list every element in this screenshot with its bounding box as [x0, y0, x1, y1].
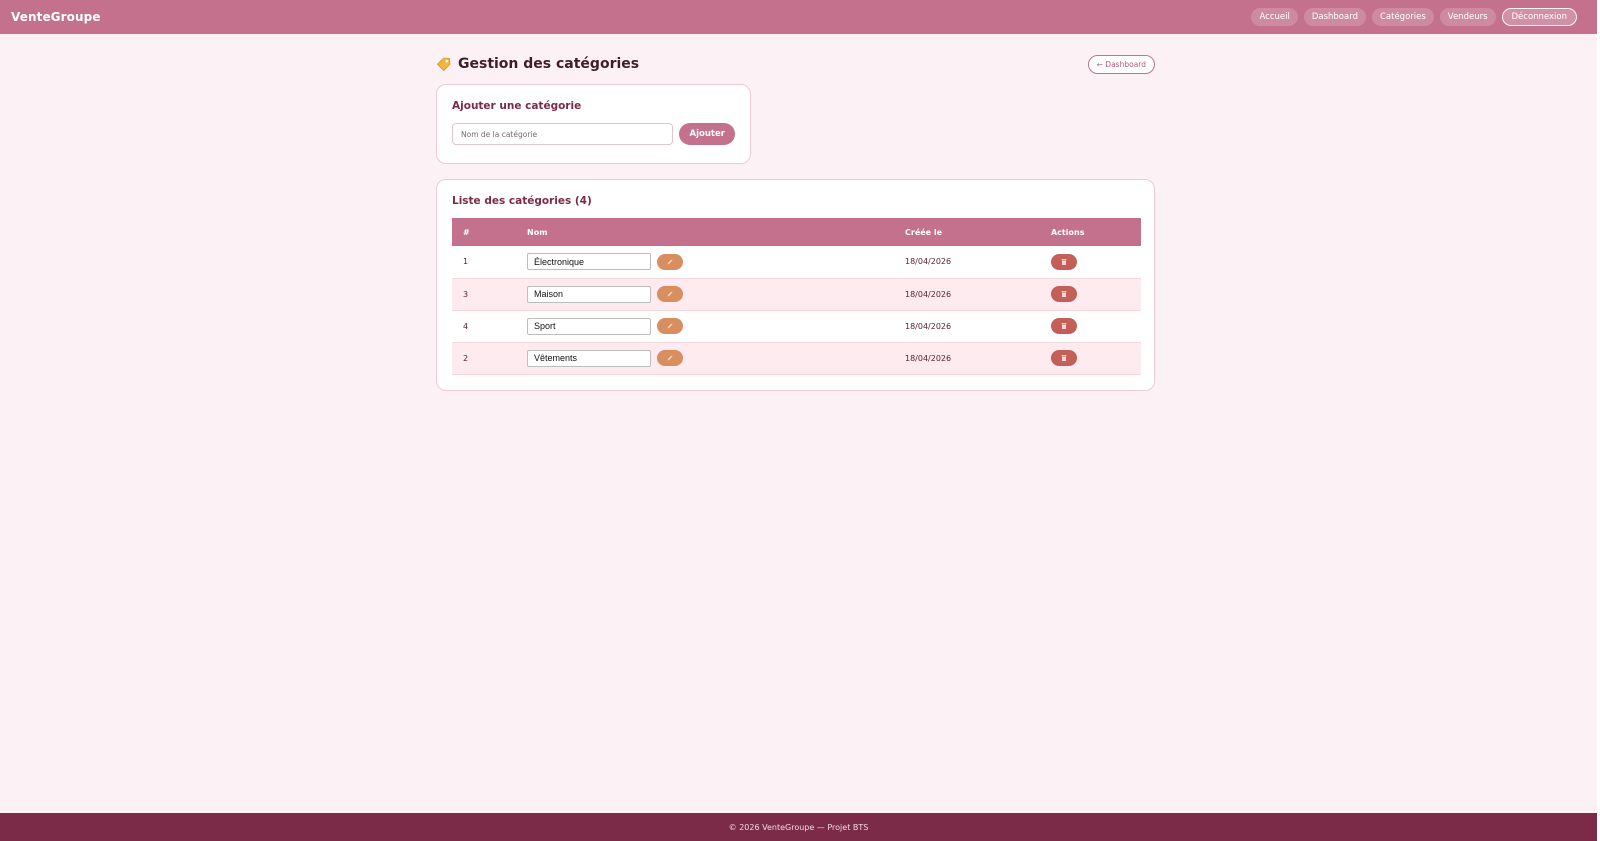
add-category-title: Ajouter une catégorie — [452, 100, 582, 112]
nav-link-accueil[interactable]: Accueil — [1251, 8, 1298, 26]
main-content: Gestion des catégories ← Dashboard Ajout… — [436, 52, 1155, 391]
column-header-created: Créée le — [905, 227, 943, 237]
page-title: Gestion des catégories — [458, 56, 640, 72]
delete-button[interactable] — [1051, 253, 1077, 270]
row-name-input[interactable] — [527, 253, 651, 271]
row-name-input[interactable] — [527, 317, 651, 335]
nav-link-dashboard[interactable]: Dashboard — [1303, 8, 1366, 26]
table-row: 1 18/04/2026 — [452, 246, 1141, 279]
add-category-form: Ajouter — [452, 123, 735, 145]
column-header-name: Nom — [527, 227, 548, 237]
row-name-editor — [527, 317, 883, 335]
tag-icon — [436, 56, 452, 72]
table-row: 4 18/04/2026 — [452, 310, 1141, 343]
table-row: 2 18/04/2026 — [452, 342, 1141, 375]
row-name-input[interactable] — [527, 349, 651, 367]
row-actions — [1040, 246, 1141, 279]
delete-button[interactable] — [1051, 286, 1077, 302]
category-list-card: Liste des catégories (4) # Nom Créée le … — [436, 179, 1155, 391]
page-header: Gestion des catégories ← Dashboard — [436, 52, 1155, 76]
delete-button[interactable] — [1051, 350, 1077, 366]
table-body: 1 18/04/2026 — [452, 246, 1141, 375]
edit-button[interactable] — [657, 253, 683, 270]
row-id: 3 — [452, 278, 516, 311]
page: VenteGroupe Accueil Dashboard Catégories… — [0, 0, 1600, 841]
add-category-card: Ajouter une catégorie Ajouter — [436, 84, 751, 164]
top-navbar: VenteGroupe Accueil Dashboard Catégories… — [0, 0, 1597, 34]
trash-icon — [1061, 323, 1067, 329]
row-name-editor — [527, 285, 883, 303]
pencil-icon — [667, 259, 673, 265]
table-header: # Nom Créée le Actions — [452, 218, 1141, 246]
row-created: 18/04/2026 — [894, 278, 1040, 311]
row-name-cell — [516, 246, 894, 279]
row-id: 4 — [452, 310, 516, 343]
edit-button[interactable] — [657, 318, 683, 334]
row-actions — [1040, 278, 1141, 311]
pencil-icon — [667, 323, 673, 329]
pencil-icon — [667, 291, 673, 297]
row-id: 1 — [452, 246, 516, 279]
nav-link-categories[interactable]: Catégories — [1371, 8, 1434, 26]
nav-links: Accueil Dashboard Catégories Vendeurs Dé… — [1251, 8, 1577, 26]
trash-icon — [1061, 291, 1067, 297]
delete-button[interactable] — [1051, 318, 1077, 334]
row-name-editor — [527, 253, 883, 271]
row-created: 18/04/2026 — [894, 342, 1040, 375]
row-created: 18/04/2026 — [894, 310, 1040, 343]
row-name-cell — [516, 342, 894, 375]
category-name-input[interactable] — [452, 123, 674, 145]
brand-logo[interactable]: VenteGroupe — [11, 10, 101, 24]
category-list-title: Liste des catégories (4) — [452, 195, 592, 207]
nav-link-vendeurs[interactable]: Vendeurs — [1439, 8, 1496, 26]
row-name-input[interactable] — [527, 285, 651, 303]
row-name-editor — [527, 349, 883, 367]
page-title-group: Gestion des catégories — [436, 56, 639, 72]
table-row: 3 18/04/2026 — [452, 278, 1141, 311]
row-id: 2 — [452, 342, 516, 375]
add-category-button[interactable]: Ajouter — [679, 123, 735, 145]
row-actions — [1040, 310, 1141, 343]
pencil-icon — [667, 355, 673, 361]
row-actions — [1040, 342, 1141, 375]
trash-icon — [1061, 258, 1067, 265]
logout-button[interactable]: Déconnexion — [1501, 8, 1577, 26]
row-name-cell — [516, 278, 894, 311]
column-header-actions: Actions — [1051, 227, 1085, 237]
page-footer: © 2026 VenteGroupe — Projet BTS — [0, 813, 1597, 841]
category-table: # Nom Créée le Actions 1 Électronique 18… — [452, 218, 1141, 375]
column-header-id: # — [463, 227, 470, 237]
row-created: 18/04/2026 — [894, 246, 1040, 279]
table-header-row: # Nom Créée le Actions — [452, 218, 1141, 246]
row-name-cell — [516, 310, 894, 343]
edit-button[interactable] — [657, 350, 683, 366]
edit-button[interactable] — [657, 286, 683, 302]
trash-icon — [1061, 355, 1067, 361]
back-to-dashboard-button[interactable]: ← Dashboard — [1087, 54, 1155, 74]
